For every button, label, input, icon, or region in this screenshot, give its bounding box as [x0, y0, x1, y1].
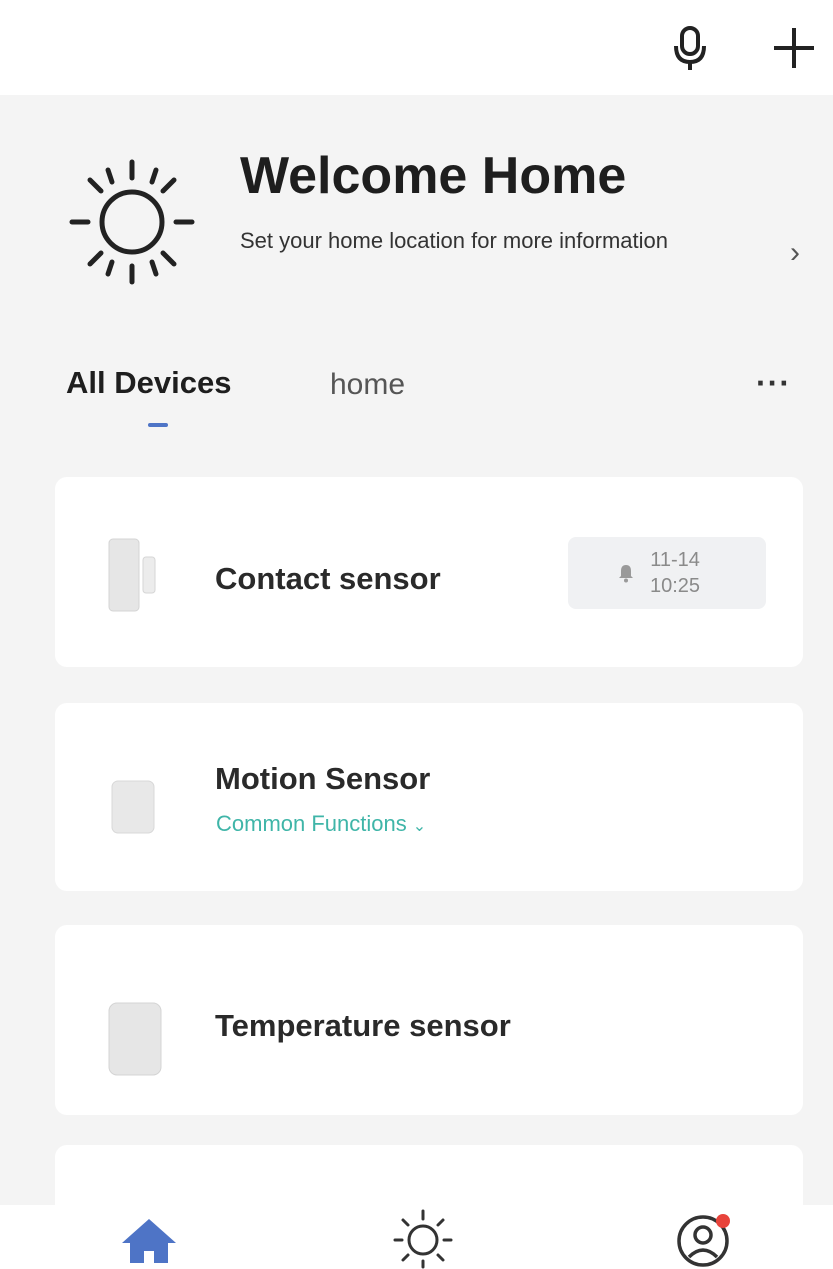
device-name: Contact sensor — [215, 561, 441, 596]
top-bar — [0, 0, 833, 95]
welcome-title: Welcome Home — [240, 147, 627, 205]
profile-icon[interactable] — [675, 1209, 735, 1269]
contact-sensor-icon — [108, 538, 156, 612]
sun-icon[interactable] — [392, 1207, 454, 1269]
more-options-button[interactable]: ··· — [756, 365, 791, 402]
chevron-right-icon[interactable]: › — [790, 236, 800, 270]
bottom-navigation — [0, 1205, 833, 1269]
tab-home[interactable]: home — [330, 368, 405, 402]
microphone-icon[interactable] — [670, 24, 710, 72]
alert-timestamp: 11-14 10:25 — [650, 547, 700, 599]
welcome-subtitle: Set your home location for more informat… — [240, 228, 668, 253]
sun-icon — [69, 159, 195, 285]
device-card-motion-sensor[interactable]: Motion Sensor Common Functions ⌄ — [55, 703, 803, 891]
tab-all-devices[interactable]: All Devices — [66, 365, 231, 401]
common-functions-link[interactable]: Common Functions ⌄ — [216, 811, 426, 837]
motion-sensor-icon — [111, 780, 155, 834]
device-card-temperature-sensor[interactable]: Temperature sensor — [55, 925, 803, 1115]
temperature-sensor-icon — [108, 1002, 162, 1076]
notification-dot — [716, 1214, 730, 1228]
common-functions-label: Common Functions — [216, 811, 407, 836]
device-name: Motion Sensor — [215, 761, 431, 796]
alert-date: 11-14 — [650, 549, 700, 571]
device-card-contact-sensor[interactable]: Contact sensor 11-14 10:25 — [55, 477, 803, 667]
chevron-down-icon: ⌄ — [412, 818, 427, 835]
plus-icon[interactable] — [768, 22, 820, 74]
active-tab-indicator — [148, 423, 168, 427]
home-icon[interactable] — [118, 1215, 180, 1265]
last-alert-badge: 11-14 10:25 — [568, 537, 766, 609]
alert-time: 10:25 — [650, 575, 701, 597]
device-name: Temperature sensor — [215, 1008, 511, 1043]
device-tabs: All Devices home ··· — [66, 365, 806, 445]
welcome-banner[interactable]: Welcome Home Set your home location for … — [62, 140, 822, 310]
device-card-partial[interactable] — [55, 1145, 803, 1205]
bell-icon — [619, 565, 633, 583]
